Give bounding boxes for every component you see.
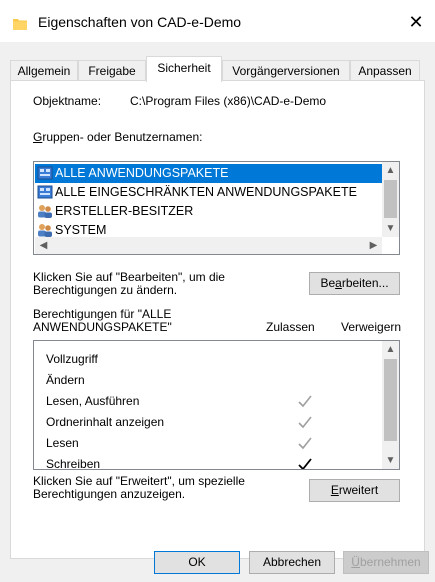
scroll-thumb[interactable] xyxy=(384,180,397,218)
principal-row[interactable]: ERSTELLER-BESITZER xyxy=(35,202,382,221)
object-name-label: Objektname: xyxy=(33,94,102,108)
app-package-icon xyxy=(37,185,53,199)
security-tab-panel: Objektname: C:\Program Files (x86)\CAD-e… xyxy=(10,80,425,559)
app-package-icon xyxy=(37,166,53,180)
tab-allgemein[interactable]: Allgemein xyxy=(10,60,78,81)
principal-row[interactable]: ALLE EINGESCHRÄNKTEN ANWENDUNGSPAKETE xyxy=(35,183,382,202)
permissions-for-label-line2: ANWENDUNGSPAKETE" xyxy=(33,320,172,334)
principals-vertical-scrollbar[interactable]: ▲ ▼ xyxy=(382,162,399,237)
close-button[interactable]: ✕ xyxy=(405,11,427,33)
edit-button[interactable]: Bearbeiten... xyxy=(309,272,400,295)
window-title: Eigenschaften von CAD-e-Demo xyxy=(38,14,242,30)
permission-row: Vollzugriff xyxy=(46,352,98,366)
permissions-for-label-line1: Berechtigungen für "ALLE xyxy=(33,307,172,321)
allow-column-header: Zulassen xyxy=(266,320,315,334)
advanced-hint-line2: Berechtigungen anzuzeigen. xyxy=(33,487,186,501)
advanced-hint-line1: Klicken Sie auf "Erweitert", um speziell… xyxy=(33,474,245,488)
scroll-thumb[interactable] xyxy=(384,359,397,441)
edit-hint-line2: Berechtigungen zu ändern. xyxy=(33,283,178,297)
permission-row: Ändern xyxy=(46,373,85,387)
object-name-value: C:\Program Files (x86)\CAD-e-Demo xyxy=(130,94,327,108)
user-group-icon xyxy=(38,205,52,218)
advanced-button[interactable]: Erweitert xyxy=(309,479,400,502)
tab-sicherheit[interactable]: Sicherheit xyxy=(146,56,222,82)
cancel-button[interactable]: Abbrechen xyxy=(249,551,335,574)
permissions-listbox: Vollzugriff Ändern Lesen, Ausführen Ordn… xyxy=(33,340,400,470)
principals-horizontal-scrollbar[interactable]: ◀ ▶ xyxy=(35,237,382,254)
title-bar[interactable]: Eigenschaften von CAD-e-Demo ✕ xyxy=(0,0,435,42)
scroll-up-arrow-icon[interactable]: ▲ xyxy=(382,341,399,358)
tab-vorgaengerversionen[interactable]: Vorgängerversionen xyxy=(222,60,350,81)
principal-row[interactable]: ALLE ANWENDUNGSPAKETE xyxy=(35,164,382,183)
permissions-vertical-scrollbar[interactable]: ▲ ▼ xyxy=(382,341,399,469)
folder-icon xyxy=(13,19,27,30)
edit-hint-line1: Klicken Sie auf "Bearbeiten", um die xyxy=(33,270,225,284)
scroll-right-arrow-icon[interactable]: ▶ xyxy=(365,237,382,254)
permission-row: Schreiben xyxy=(46,454,376,469)
inherited-allow-check-icon xyxy=(298,437,312,450)
permission-row: Lesen xyxy=(46,433,376,453)
tab-freigabe[interactable]: Freigabe xyxy=(78,60,146,81)
groups-label: Gruppen- oder Benutzernamen: xyxy=(33,130,203,144)
inherited-allow-check-icon xyxy=(298,416,312,429)
deny-column-header: Verweigern xyxy=(341,320,402,334)
scroll-left-arrow-icon[interactable]: ◀ xyxy=(35,237,52,254)
ok-button[interactable]: OK xyxy=(154,551,240,574)
apply-button[interactable]: Übernehmen xyxy=(343,551,429,574)
scroll-down-arrow-icon[interactable]: ▼ xyxy=(382,220,399,237)
scroll-up-arrow-icon[interactable]: ▲ xyxy=(382,162,399,179)
permission-row: Ordnerinhalt anzeigen xyxy=(46,412,376,432)
inherited-allow-check-icon xyxy=(298,395,312,408)
user-group-icon xyxy=(38,224,52,237)
principals-listbox[interactable]: ALLE ANWENDUNGSPAKETE ALLE EINGESCHRÄNKT… xyxy=(33,161,400,255)
allow-check-icon xyxy=(298,458,312,469)
dialog-client-area: Allgemein Freigabe Sicherheit Vorgängerv… xyxy=(0,42,435,582)
tab-anpassen[interactable]: Anpassen xyxy=(350,60,420,81)
scroll-down-arrow-icon[interactable]: ▼ xyxy=(382,452,399,469)
permission-row: Lesen, Ausführen xyxy=(46,391,376,411)
